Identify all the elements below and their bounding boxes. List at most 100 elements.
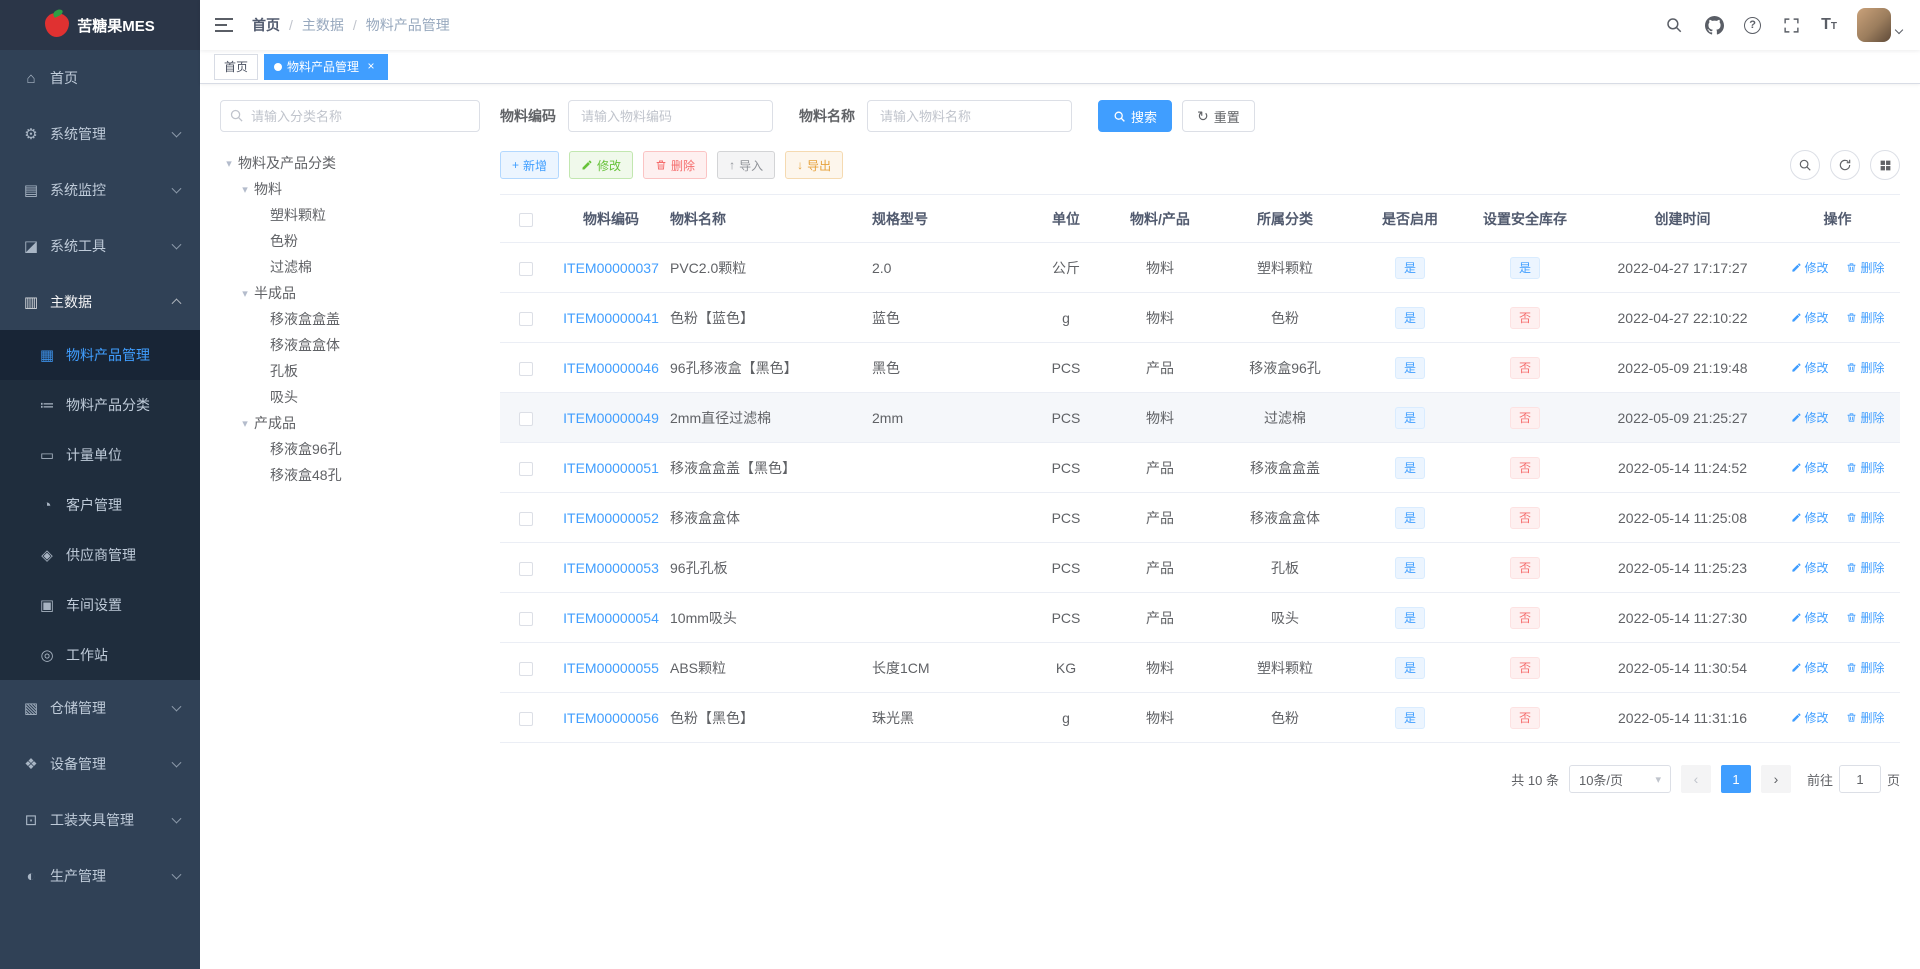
- next-page-button[interactable]: ›: [1760, 765, 1791, 793]
- table-row[interactable]: ITEM00000055 ABS颗粒 长度1CM KG 物料 塑料颗粒 是 否 …: [500, 642, 1900, 693]
- tree-node[interactable]: ▾ 物料: [220, 176, 480, 202]
- select-all-checkbox[interactable]: [519, 212, 533, 227]
- page-size-select[interactable]: 10条/页 ▾: [1568, 765, 1671, 793]
- table-row[interactable]: ITEM00000049 2mm直径过滤棉 2mm PCS 物料 过滤棉 是 否…: [500, 392, 1900, 443]
- material-code-link[interactable]: ITEM00000051: [563, 460, 659, 476]
- sidebar-menu-item[interactable]: ▭ 计量单位: [0, 430, 200, 480]
- row-delete-button[interactable]: 删除: [1846, 259, 1884, 276]
- tree-node[interactable]: 过滤棉: [220, 254, 480, 280]
- app-logo[interactable]: 苦糖果MES: [0, 0, 200, 50]
- sidebar-menu-item[interactable]: ◔ 客户管理: [0, 480, 200, 530]
- breadcrumb-item[interactable]: 主数据: [302, 15, 344, 35]
- tree-node[interactable]: 色粉: [220, 228, 480, 254]
- material-code-link[interactable]: ITEM00000049: [563, 410, 659, 426]
- row-delete-button[interactable]: 删除: [1846, 509, 1884, 526]
- row-delete-button[interactable]: 删除: [1846, 309, 1884, 326]
- font-size-icon[interactable]: TT: [1821, 17, 1837, 33]
- search-icon[interactable]: [1664, 15, 1684, 35]
- tree-node[interactable]: ▾ 半成品: [220, 280, 480, 306]
- table-row[interactable]: ITEM00000054 10mm吸头 PCS 产品 吸头 是 否 2022-0…: [500, 592, 1900, 643]
- material-code-input[interactable]: [568, 100, 773, 132]
- row-delete-button[interactable]: 删除: [1846, 559, 1884, 576]
- row-checkbox[interactable]: [519, 661, 533, 676]
- category-search-input[interactable]: [220, 100, 480, 132]
- table-row[interactable]: ITEM00000052 移液盒盒体 PCS 产品 移液盒盒体 是 否 2022…: [500, 492, 1900, 543]
- row-delete-button[interactable]: 删除: [1846, 609, 1884, 626]
- sidebar-menu-item[interactable]: ◪ 系统工具: [0, 218, 200, 274]
- github-icon[interactable]: [1704, 15, 1724, 35]
- sidebar-menu-item[interactable]: ⌂ 首页: [0, 50, 200, 106]
- row-checkbox[interactable]: [519, 361, 533, 376]
- tree-node[interactable]: 孔板: [220, 358, 480, 384]
- tree-node[interactable]: 移液盒盒盖: [220, 306, 480, 332]
- material-code-link[interactable]: ITEM00000046: [563, 360, 659, 376]
- material-code-link[interactable]: ITEM00000054: [563, 610, 659, 626]
- table-row[interactable]: ITEM00000037 PVC2.0颗粒 2.0 公斤 物料 塑料颗粒 是 是…: [500, 242, 1900, 293]
- material-code-link[interactable]: ITEM00000041: [563, 310, 659, 326]
- row-checkbox[interactable]: [519, 461, 533, 476]
- sidebar-menu-item[interactable]: ❖ 设备管理: [0, 736, 200, 792]
- search-button[interactable]: 搜索: [1098, 100, 1173, 132]
- material-code-link[interactable]: ITEM00000052: [563, 510, 659, 526]
- tree-node[interactable]: 移液盒96孔: [220, 436, 480, 462]
- row-delete-button[interactable]: 删除: [1846, 709, 1884, 726]
- sidebar-menu-item[interactable]: ▤ 系统监控: [0, 162, 200, 218]
- table-row[interactable]: ITEM00000056 色粉【黑色】 珠光黑 g 物料 色粉 是 否 2022…: [500, 692, 1900, 743]
- export-button[interactable]: ↓ 导出: [785, 151, 844, 179]
- row-edit-button[interactable]: 修改: [1791, 559, 1829, 576]
- sidebar-menu-item[interactable]: ⚙ 系统管理: [0, 106, 200, 162]
- tree-node[interactable]: 塑料颗粒: [220, 202, 480, 228]
- tab-close-icon[interactable]: ×: [364, 59, 378, 74]
- row-edit-button[interactable]: 修改: [1791, 609, 1829, 626]
- row-checkbox[interactable]: [519, 611, 533, 626]
- goto-page-input[interactable]: [1838, 765, 1881, 793]
- row-edit-button[interactable]: 修改: [1791, 409, 1829, 426]
- view-tab[interactable]: 首页: [214, 53, 259, 80]
- row-checkbox[interactable]: [519, 561, 533, 576]
- material-code-link[interactable]: ITEM00000055: [563, 660, 659, 676]
- row-delete-button[interactable]: 删除: [1846, 659, 1884, 676]
- row-checkbox[interactable]: [519, 511, 533, 526]
- material-name-input[interactable]: [867, 100, 1072, 132]
- row-edit-button[interactable]: 修改: [1791, 509, 1829, 526]
- import-button[interactable]: ↑ 导入: [717, 151, 776, 179]
- reset-button[interactable]: ↻ 重置: [1182, 100, 1255, 132]
- sidebar-toggle-button[interactable]: [200, 0, 248, 50]
- page-number-button[interactable]: 1: [1720, 765, 1751, 793]
- material-code-link[interactable]: ITEM00000056: [563, 710, 659, 726]
- row-edit-button[interactable]: 修改: [1791, 659, 1829, 676]
- sidebar-menu-item[interactable]: ▣ 车间设置: [0, 580, 200, 630]
- row-checkbox[interactable]: [519, 261, 533, 276]
- table-row[interactable]: ITEM00000041 色粉【蓝色】 蓝色 g 物料 色粉 是 否 2022-…: [500, 292, 1900, 343]
- tree-node[interactable]: 移液盒盒体: [220, 332, 480, 358]
- tree-node[interactable]: ▾ 物料及产品分类: [220, 150, 480, 176]
- columns-toggle-button[interactable]: [1870, 150, 1900, 180]
- table-row[interactable]: ITEM00000046 96孔移液盒【黑色】 黑色 PCS 产品 移液盒96孔…: [500, 342, 1900, 393]
- tree-node[interactable]: 移液盒48孔: [220, 462, 480, 488]
- row-edit-button[interactable]: 修改: [1791, 309, 1829, 326]
- row-delete-button[interactable]: 删除: [1846, 409, 1884, 426]
- toggle-search-button[interactable]: [1790, 150, 1820, 180]
- breadcrumb-item[interactable]: 物料产品管理: [366, 15, 450, 35]
- sidebar-menu-item[interactable]: ≔ 物料产品分类: [0, 380, 200, 430]
- edit-button[interactable]: 修改: [569, 151, 634, 179]
- row-edit-button[interactable]: 修改: [1791, 259, 1829, 276]
- row-delete-button[interactable]: 删除: [1846, 459, 1884, 476]
- row-checkbox[interactable]: [519, 311, 533, 326]
- view-tab[interactable]: 物料产品管理 ×: [264, 53, 389, 80]
- sidebar-menu-item[interactable]: ⊡ 工装夹具管理: [0, 792, 200, 848]
- table-row[interactable]: ITEM00000053 96孔孔板 PCS 产品 孔板 是 否 2022-05…: [500, 542, 1900, 593]
- tree-node[interactable]: 吸头: [220, 384, 480, 410]
- material-code-link[interactable]: ITEM00000053: [563, 560, 659, 576]
- delete-button[interactable]: 删除: [643, 151, 708, 179]
- row-delete-button[interactable]: 删除: [1846, 359, 1884, 376]
- breadcrumb-item[interactable]: 首页: [252, 15, 280, 35]
- refresh-table-button[interactable]: [1830, 150, 1860, 180]
- add-button[interactable]: + 新增: [500, 151, 560, 179]
- sidebar-menu-item[interactable]: ◈ 供应商管理: [0, 530, 200, 580]
- sidebar-menu-item[interactable]: ◐ 生产管理: [0, 848, 200, 904]
- row-edit-button[interactable]: 修改: [1791, 359, 1829, 376]
- row-edit-button[interactable]: 修改: [1791, 709, 1829, 726]
- help-icon[interactable]: ?: [1744, 16, 1762, 34]
- tree-node[interactable]: ▾ 产成品: [220, 410, 480, 436]
